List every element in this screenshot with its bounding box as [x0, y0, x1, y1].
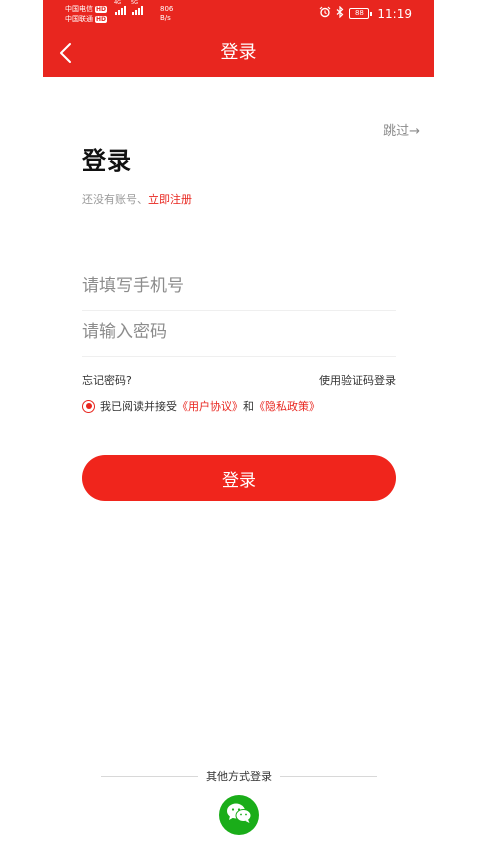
- clock: 11:19: [377, 6, 412, 21]
- app-window: 中国电信 HD 中国联通 HD 4G 5G 806 B/s 88 11:19 登…: [43, 0, 434, 850]
- skip-button[interactable]: 跳过→: [383, 120, 420, 139]
- battery-level: 88: [349, 8, 370, 19]
- network-type-1: 4G: [114, 0, 122, 6]
- agreement-prefix: 我已阅读并接受: [100, 400, 177, 413]
- screen: 中国电信 HD 中国联通 HD 4G 5G 806 B/s 88 11:19 登…: [0, 0, 478, 850]
- top-bar: 中国电信 HD 中国联通 HD 4G 5G 806 B/s 88 11:19 登…: [43, 0, 434, 77]
- carrier-info: 中国电信 HD 中国联通 HD: [65, 4, 108, 24]
- other-login-divider: 其他方式登录: [101, 768, 377, 784]
- sms-login-link[interactable]: 使用验证码登录: [319, 372, 396, 388]
- password-input[interactable]: [82, 310, 396, 354]
- status-bar: 中国电信 HD 中国联通 HD 4G 5G 806 B/s 88 11:19: [43, 0, 434, 30]
- wechat-icon: [226, 802, 252, 828]
- wechat-login-button[interactable]: [219, 795, 259, 835]
- page-title: 登录: [82, 147, 132, 175]
- network-type-2: 5G: [131, 0, 139, 6]
- agreement-and: 和: [243, 400, 254, 413]
- speed-value: 806: [160, 5, 174, 13]
- carrier-2: 中国联通: [65, 15, 93, 23]
- divider-line: [101, 775, 198, 777]
- divider-line: [280, 775, 377, 777]
- carrier-1: 中国电信: [65, 5, 93, 13]
- network-speed: 806 B/s: [160, 5, 173, 23]
- signal-icon: 4G: [114, 0, 126, 15]
- signal-indicators: 4G 5G: [114, 0, 143, 15]
- bluetooth-icon: [336, 5, 344, 21]
- privacy-policy-link[interactable]: 《隐私政策》: [254, 400, 320, 413]
- alarm-icon: [319, 6, 331, 21]
- auth-links: 忘记密码? 使用验证码登录: [82, 372, 396, 388]
- forgot-password-link[interactable]: 忘记密码?: [82, 372, 132, 388]
- signal-icon: 5G: [131, 0, 143, 15]
- phone-field: [82, 264, 396, 311]
- header-title: 登录: [220, 42, 257, 63]
- login-button[interactable]: 登录: [82, 455, 396, 501]
- register-prompt: 还没有账号、立即注册: [82, 191, 192, 207]
- hd-badge: HD: [95, 5, 108, 13]
- phone-input[interactable]: [82, 264, 396, 308]
- agreement-row: 我已阅读并接受《用户协议》和《隐私政策》: [82, 398, 320, 414]
- password-field: [82, 310, 396, 357]
- user-agreement-link[interactable]: 《用户协议》: [177, 400, 243, 413]
- radio-checked-dot: [85, 403, 92, 409]
- other-login-label: 其他方式登录: [206, 770, 272, 783]
- speed-unit: B/s: [160, 14, 171, 22]
- register-prefix: 还没有账号、: [82, 193, 148, 206]
- status-right: 88 11:19: [319, 5, 412, 21]
- register-link[interactable]: 立即注册: [148, 193, 192, 206]
- hd-badge: HD: [95, 15, 108, 23]
- agreement-radio[interactable]: [82, 399, 95, 413]
- battery-icon: 88: [349, 8, 373, 19]
